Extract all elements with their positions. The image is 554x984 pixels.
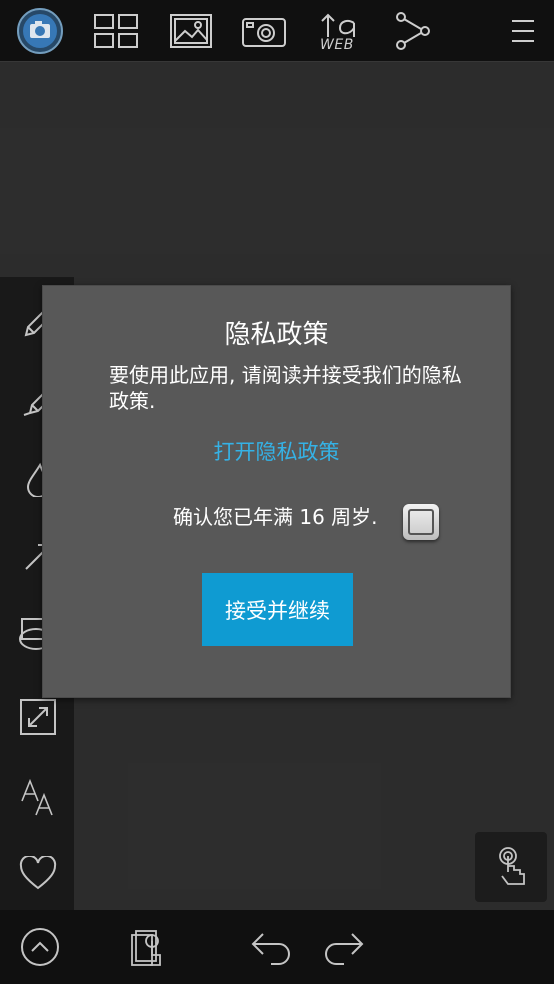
open-privacy-policy-link[interactable]: 打开隐私政策 — [43, 436, 510, 466]
age-confirm-label: 确认您已年满 16 周岁. — [173, 505, 378, 529]
dialog-title: 隐私政策 — [224, 320, 329, 350]
privacy-dialog: 隐私政策 要使用此应用, 请阅读并接受我们的隐私政策. 打开隐私政策 确认您已年… — [42, 285, 511, 698]
accept-continue-button[interactable]: 接受并继续 — [202, 573, 353, 646]
age-confirm-checkbox[interactable] — [403, 504, 439, 540]
dialog-body-text: 要使用此应用, 请阅读并接受我们的隐私政策. — [109, 363, 462, 413]
